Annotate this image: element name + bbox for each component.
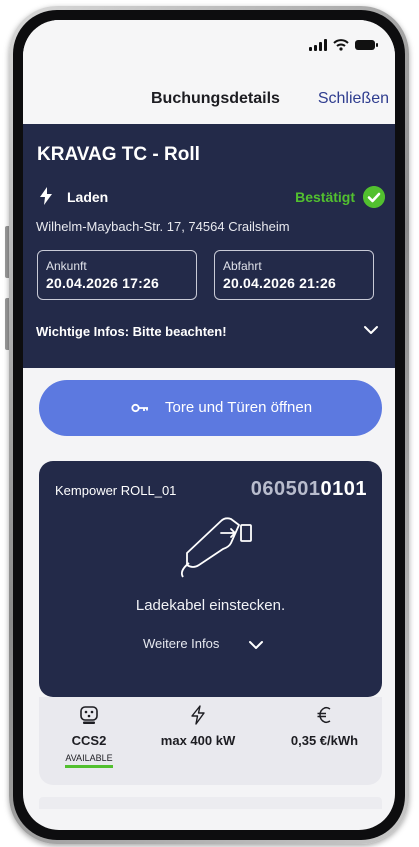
arrival-box: Ankunft 20.04.2026 17:26 <box>37 250 197 300</box>
booking-header: KRAVAG TC - Roll Laden Bestätigt Wilhelm… <box>23 124 395 368</box>
price-spec: 0,35 €/kWh <box>267 705 382 748</box>
bolt-icon <box>40 187 52 205</box>
charge-point-name: Kempower ROLL_01 <box>55 483 177 498</box>
charge-type-label: Laden <box>67 189 109 205</box>
close-button[interactable]: Schließen <box>318 90 389 108</box>
charge-point-card: Kempower ROLL_01 0605010101 Ladekabel ei… <box>39 461 382 697</box>
chevron-down-icon[interactable] <box>363 322 379 338</box>
key-icon <box>131 403 148 413</box>
arrival-label: Ankunft <box>46 259 87 273</box>
charge-point-id-suffix: 0101 <box>320 478 367 500</box>
battery-icon <box>355 40 378 50</box>
wifi-icon <box>333 39 349 51</box>
booking-title: KRAVAG TC - Roll <box>37 144 200 165</box>
connector-specs: CCS2 AVAILABLE max 400 kW 0,35 €/kWh <box>39 697 382 785</box>
max-power: max 400 kW <box>160 733 236 748</box>
open-gates-button[interactable]: Tore und Türen öffnen <box>39 380 382 436</box>
power-icon <box>191 705 205 725</box>
status-bar <box>23 20 395 72</box>
phone-bezel: Buchungsdetails Schließen KRAVAG TC - Ro… <box>13 10 405 840</box>
charge-point-id-prefix: 060501 <box>250 478 321 500</box>
important-info-toggle[interactable]: Wichtige Infos: Bitte beachten! <box>36 324 227 339</box>
phone-frame: Buchungsdetails Schließen KRAVAG TC - Ro… <box>9 6 409 844</box>
status-icons <box>309 39 378 51</box>
connector-status: AVAILABLE <box>65 753 113 768</box>
next-card-edge <box>39 797 382 809</box>
departure-value: 20.04.2026 21:26 <box>223 275 336 291</box>
signal-icon <box>309 39 327 51</box>
check-circle-icon <box>363 186 385 208</box>
more-info-toggle[interactable]: Weitere Infos <box>143 636 219 651</box>
departure-label: Abfahrt <box>223 259 262 273</box>
charge-point-id: 0605010101 <box>251 478 367 501</box>
power-spec: max 400 kW <box>143 705 253 748</box>
connector-icon <box>80 706 98 724</box>
connector-spec: CCS2 AVAILABLE <box>39 705 139 768</box>
price: 0,35 €/kWh <box>290 733 359 748</box>
page-title: Buchungsdetails <box>151 90 280 107</box>
chevron-down-icon[interactable] <box>248 637 264 653</box>
euro-icon <box>317 706 330 724</box>
app-screen: Buchungsdetails Schließen KRAVAG TC - Ro… <box>23 20 395 830</box>
arrival-value: 20.04.2026 17:26 <box>46 275 159 291</box>
charging-plug-icon <box>180 517 252 578</box>
connector-type: CCS2 <box>71 733 107 748</box>
open-gates-label: Tore und Türen öffnen <box>165 399 313 416</box>
status-badge: Bestätigt <box>295 189 355 205</box>
nav-bar: Buchungsdetails Schließen <box>23 72 395 124</box>
departure-box: Abfahrt 20.04.2026 21:26 <box>214 250 374 300</box>
address: Wilhelm-Maybach-Str. 17, 74564 Crailshei… <box>36 219 290 234</box>
charge-point-message: Ladekabel einstecken. <box>135 597 286 614</box>
